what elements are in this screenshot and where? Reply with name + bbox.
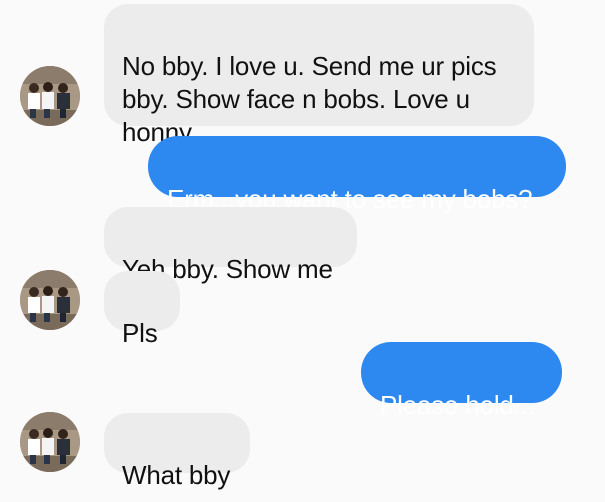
message-bubble-incoming[interactable]: No bby. I love u. Send me ur pics bby. S… xyxy=(104,4,534,147)
group-photo-avatar-icon xyxy=(20,412,80,472)
message-bubble-incoming[interactable]: Pls xyxy=(104,271,180,348)
message-text: Please hold... xyxy=(380,390,535,420)
message-text: No bby. I love u. Send me ur pics bby. S… xyxy=(122,51,497,147)
message-text: What bby xyxy=(122,460,231,490)
chat-thread: No bby. I love u. Send me ur pics bby. S… xyxy=(0,0,605,502)
message-bubble-incoming[interactable]: What bby xyxy=(104,413,250,490)
message-text: Pls xyxy=(122,318,158,348)
sender-avatar[interactable] xyxy=(20,66,80,126)
sender-avatar[interactable] xyxy=(20,412,80,472)
group-photo-avatar-icon xyxy=(20,270,80,330)
message-bubble-outgoing[interactable]: Erm...you want to see my bobs? xyxy=(148,136,566,214)
message-bubble-incoming[interactable]: Yeh bby. Show me xyxy=(104,207,357,284)
message-bubble-outgoing[interactable]: Please hold... xyxy=(361,342,562,420)
sender-avatar[interactable] xyxy=(20,270,80,330)
group-photo-avatar-icon xyxy=(20,66,80,126)
